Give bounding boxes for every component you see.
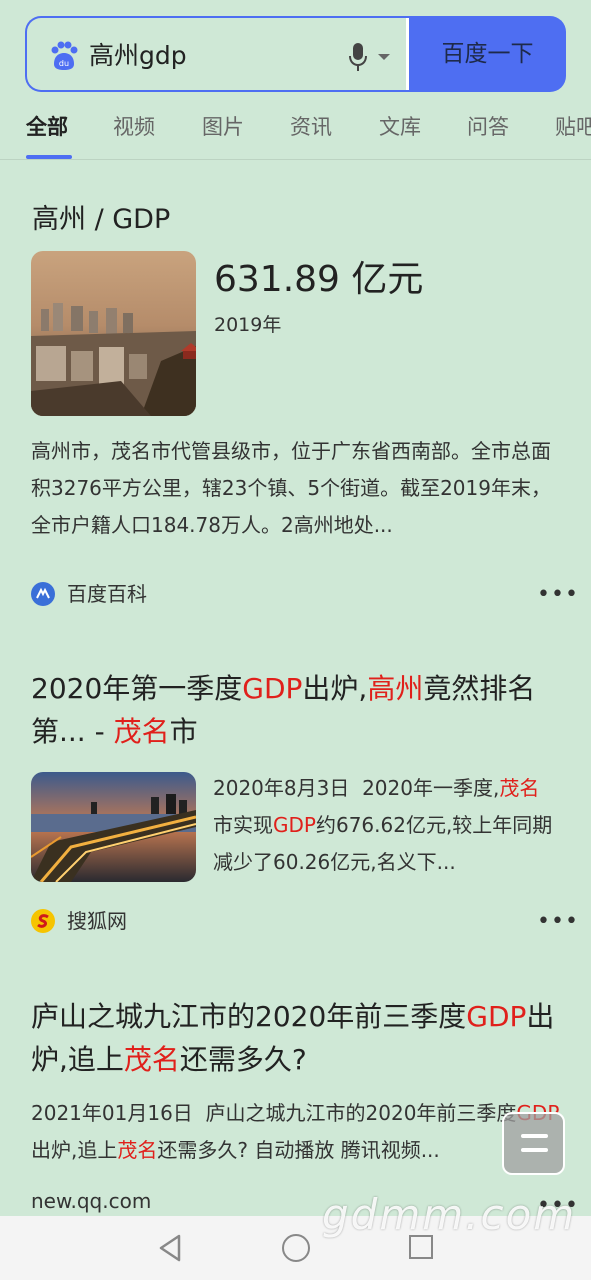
search-input[interactable]: du 高州gdp: [25, 16, 415, 92]
source-baike[interactable]: 百度百科: [67, 580, 147, 608]
baike-icon: [31, 582, 55, 606]
snippet-segment: 出炉,追上: [31, 1138, 118, 1162]
result-snippet[interactable]: 2020年8月3日 2020年一季度,茂名市实现GDP约676.62亿元,较上年…: [213, 770, 553, 881]
snippet-highlight: 茂名: [499, 776, 540, 800]
menu-line: [521, 1134, 548, 1138]
gdp-year: 2019年: [214, 314, 282, 336]
title-segment: 出炉,: [302, 672, 368, 705]
title-segment: 市: [169, 715, 198, 748]
tab-video[interactable]: 视频: [113, 112, 155, 142]
result-snippet[interactable]: 2021年01月16日 庐山之城九江市的2020年前三季度GDP出炉,追上茂名还…: [31, 1095, 566, 1169]
active-tab-indicator: [26, 155, 72, 159]
title-highlight: GDP: [242, 672, 303, 705]
tab-qa[interactable]: 问答: [467, 112, 509, 142]
result-title[interactable]: 庐山之城九江市的2020年前三季度GDP出炉,追上茂名还需多久?: [31, 995, 561, 1081]
snippet-segment: 市实现: [213, 813, 273, 837]
snippet-segment: 还需多久? 自动播放 腾讯视频...: [157, 1138, 440, 1162]
result-date: 2020年8月3日: [213, 776, 350, 800]
title-highlight: 茂名: [123, 1043, 180, 1076]
knowledge-card-description[interactable]: 高州市，茂名市代管县级市，位于广东省西南部。全市总面积3276平方公里，辖23个…: [31, 433, 566, 544]
more-options-icon[interactable]: •••: [537, 911, 579, 933]
floating-menu-button[interactable]: [502, 1112, 565, 1175]
snippet-highlight: GDP: [273, 813, 316, 837]
tab-images[interactable]: 图片: [202, 112, 244, 142]
knowledge-card-title[interactable]: 高州 / GDP: [32, 197, 170, 236]
city-night-bridge-image[interactable]: [31, 772, 196, 882]
result-date: 2021年01月16日: [31, 1101, 193, 1125]
title-highlight: 茂名: [113, 715, 170, 748]
tab-news[interactable]: 资讯: [290, 112, 332, 142]
snippet-segment: 庐山之城九江市的2020年前三季度: [205, 1101, 517, 1125]
sohu-icon: [31, 909, 55, 933]
menu-line: [521, 1148, 548, 1152]
baidu-paw-icon: du: [51, 41, 78, 70]
result-url[interactable]: new.qq.com: [31, 1189, 151, 1213]
search-query-text: 高州gdp: [89, 41, 187, 70]
chevron-down-icon[interactable]: [377, 52, 391, 62]
tab-all[interactable]: 全部: [26, 112, 68, 142]
title-segment: 还需多久?: [179, 1043, 307, 1076]
svg-text:du: du: [59, 59, 69, 68]
snippet-segment: 2020年一季度,: [362, 776, 500, 800]
search-bar: du 高州gdp 百度一下: [25, 16, 566, 92]
title-highlight: GDP: [466, 1000, 527, 1033]
source-sohu[interactable]: 搜狐网: [67, 907, 127, 935]
gdp-value: 631.89 亿元: [214, 259, 424, 300]
snippet-highlight: 茂名: [117, 1138, 158, 1162]
city-skyline-image[interactable]: [31, 251, 196, 416]
back-triangle-icon[interactable]: [157, 1233, 183, 1263]
title-segment: 庐山之城九江市的2020年前三季度: [31, 1000, 467, 1033]
tab-wenku[interactable]: 文库: [379, 112, 421, 142]
result-title[interactable]: 2020年第一季度GDP出炉,高州竟然排名第... - 茂名市: [31, 667, 561, 753]
title-segment: 2020年第一季度: [31, 672, 243, 705]
watermark: gdmm.com: [322, 1190, 577, 1239]
more-options-icon[interactable]: •••: [537, 584, 579, 606]
title-highlight: 高州: [367, 672, 424, 705]
microphone-icon[interactable]: [347, 42, 369, 72]
tab-tieba[interactable]: 贴吧: [555, 112, 591, 142]
home-circle-icon[interactable]: [282, 1234, 310, 1262]
search-button[interactable]: 百度一下: [409, 16, 566, 92]
